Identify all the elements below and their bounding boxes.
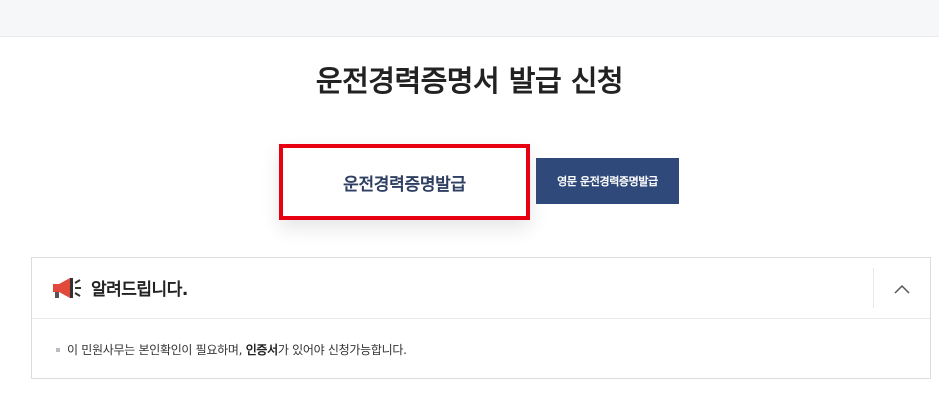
chevron-up-icon	[894, 279, 910, 298]
notice-text: 이 민원사무는 본인확인이 필요하며, 인증서가 있어야 신청가능합니다.	[67, 341, 407, 358]
tab-driving-record-issue-label: 운전경력증명발급	[343, 174, 466, 195]
bullet-icon	[56, 347, 60, 352]
notice-title: 알려드립니다.	[91, 280, 188, 300]
notice-header: 알려드립니다.	[32, 258, 930, 319]
megaphone-icon	[52, 276, 82, 300]
notice-body: 이 민원사무는 본인확인이 필요하며, 인증서가 있어야 신청가능합니다.	[32, 319, 930, 358]
tab-driving-record-issue[interactable]: 운전경력증명발급	[279, 144, 530, 220]
notice-text-before: 이 민원사무는 본인확인이 필요하며,	[67, 343, 246, 357]
notice-text-after: 가 있어야 신청가능합니다.	[277, 343, 407, 357]
tab-english-driving-record-issue-label: 영문 운전경력증명발급	[557, 175, 658, 188]
tab-english-driving-record-issue[interactable]: 영문 운전경력증명발급	[536, 158, 679, 204]
notice-toggle-button[interactable]	[873, 268, 930, 308]
notice-panel: 알려드립니다. 이 민원사무는 본인확인이 필요하며, 인증서가 있어야 신청가…	[31, 257, 931, 379]
notice-text-emphasis: 인증서	[245, 343, 279, 357]
top-header-strip	[0, 0, 939, 37]
page-title: 운전경력증명서 발급 신청	[315, 64, 624, 98]
